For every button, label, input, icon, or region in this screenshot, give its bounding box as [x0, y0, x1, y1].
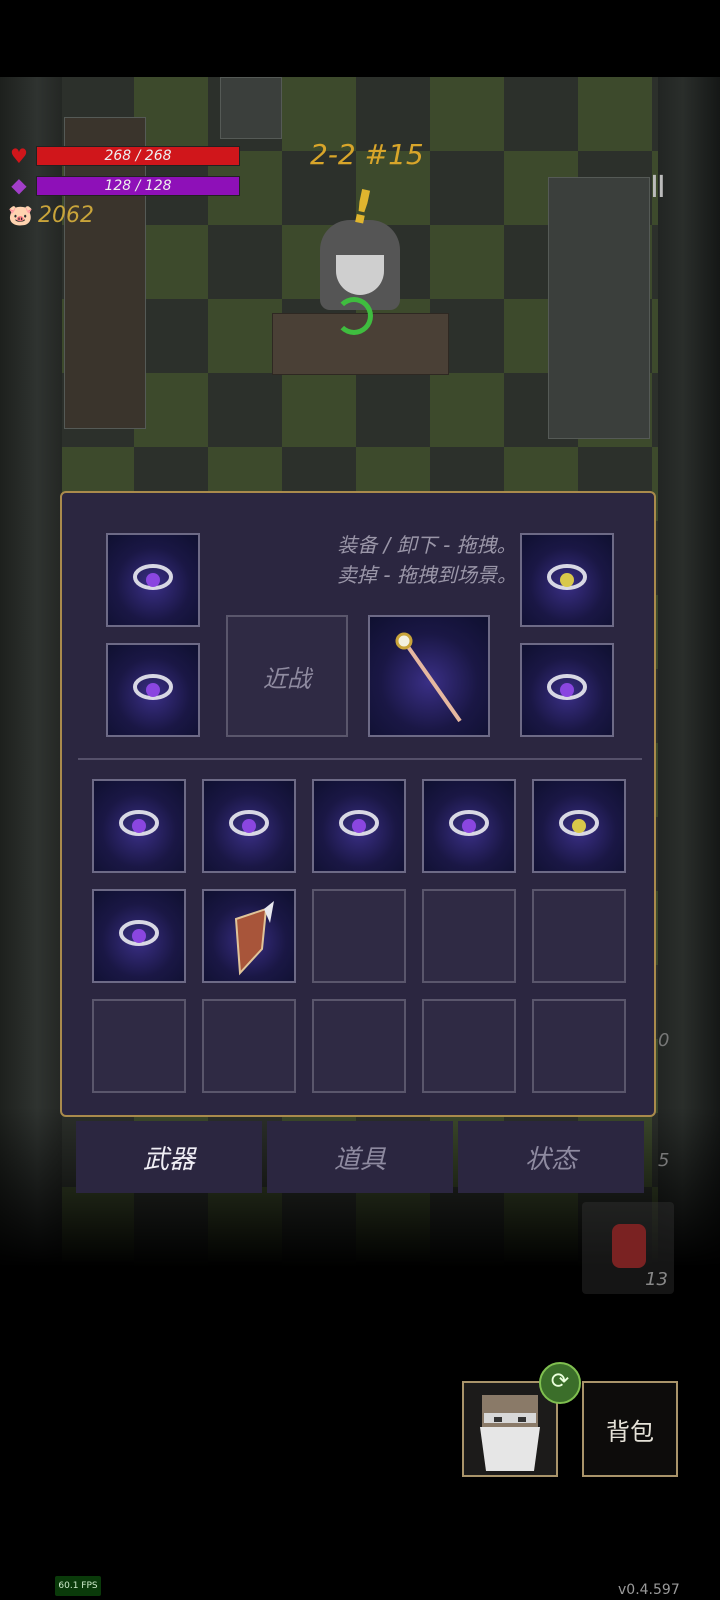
mana-gem-icon: ◆ — [11, 173, 27, 197]
inventory-slot[interactable] — [92, 999, 186, 1093]
fps-counter: 60.1 FPS — [55, 1576, 101, 1596]
machine-prop — [220, 77, 282, 139]
side-counter: 5 — [658, 1150, 670, 1171]
mp-bar: 128 / 128 — [36, 176, 240, 196]
equip-slot-ring-4[interactable] — [520, 643, 614, 737]
equip-slot-ring-1[interactable] — [106, 533, 200, 627]
ring-yellow-icon — [559, 810, 599, 836]
potion-icon — [612, 1224, 646, 1268]
refresh-icon[interactable] — [335, 297, 373, 335]
inventory-slot[interactable] — [532, 889, 626, 983]
heart-icon: ♥ — [10, 144, 28, 168]
inventory-slot[interactable] — [422, 889, 516, 983]
inventory-slot[interactable] — [422, 779, 516, 873]
inventory-slot[interactable] — [312, 889, 406, 983]
equip-slot-ring-3[interactable] — [106, 643, 200, 737]
potion-count: 13 — [645, 1269, 668, 1290]
ring-yellow-icon — [547, 564, 587, 590]
ring-purple-flower-icon — [449, 810, 489, 836]
ring-purple-swirl-icon — [133, 564, 173, 590]
gold-count: 2062 — [38, 203, 94, 228]
inventory-slot[interactable] — [532, 999, 626, 1093]
ring-purple-flower-icon — [119, 810, 159, 836]
inventory-slot[interactable] — [422, 999, 516, 1093]
inventory-slot[interactable] — [202, 999, 296, 1093]
pause-button[interactable]: II — [650, 170, 666, 205]
ring-purple-crescent-icon — [547, 674, 587, 700]
melee-slot[interactable]: 近战 — [226, 615, 348, 737]
hp-bar: 268 / 268 — [36, 146, 240, 166]
pig-icon: 🐷 — [8, 203, 33, 227]
side-counter: 0 — [658, 1030, 670, 1051]
inventory-slot[interactable] — [202, 779, 296, 873]
inventory-slot[interactable] — [92, 779, 186, 873]
inventory-slot[interactable] — [92, 889, 186, 983]
tab-status[interactable]: 状态 — [458, 1121, 644, 1193]
version-label: v0.4.597 — [618, 1582, 680, 1598]
left-wall — [0, 77, 62, 1267]
inventory-slot[interactable] — [532, 779, 626, 873]
inventory-slot[interactable] — [312, 779, 406, 873]
inventory-slot[interactable] — [202, 889, 296, 983]
potion-slot[interactable]: 13 — [582, 1202, 674, 1294]
tab-items[interactable]: 道具 — [267, 1121, 453, 1193]
swap-character-icon[interactable]: ⟳ — [539, 1362, 581, 1404]
level-indicator: 2-2 #15 — [310, 138, 424, 171]
equip-slot-ring-2[interactable] — [520, 533, 614, 627]
winged-shield-icon — [234, 901, 274, 976]
right-wall — [658, 77, 720, 1267]
ring-purple-flower-icon — [229, 810, 269, 836]
ring-purple-wave-icon — [119, 920, 159, 946]
backpack-button[interactable]: 背包 — [582, 1381, 678, 1477]
wizard-avatar — [480, 1395, 540, 1471]
ring-purple-flower-icon — [339, 810, 379, 836]
gold-staff-icon — [395, 632, 462, 723]
panel-divider — [78, 758, 642, 760]
inventory-slot[interactable] — [312, 999, 406, 1093]
tab-weapons[interactable]: 武器 — [76, 1121, 262, 1193]
alchemy-bench-prop — [548, 177, 650, 439]
inventory-tabs: 武器 道具 状态 — [76, 1121, 644, 1193]
weapon-slot[interactable] — [368, 615, 490, 737]
inventory-panel: 装备 / 卸下 - 拖拽。 卖掉 - 拖拽到场景。 近战 — [60, 491, 656, 1117]
ring-purple-chevron-icon — [133, 674, 173, 700]
